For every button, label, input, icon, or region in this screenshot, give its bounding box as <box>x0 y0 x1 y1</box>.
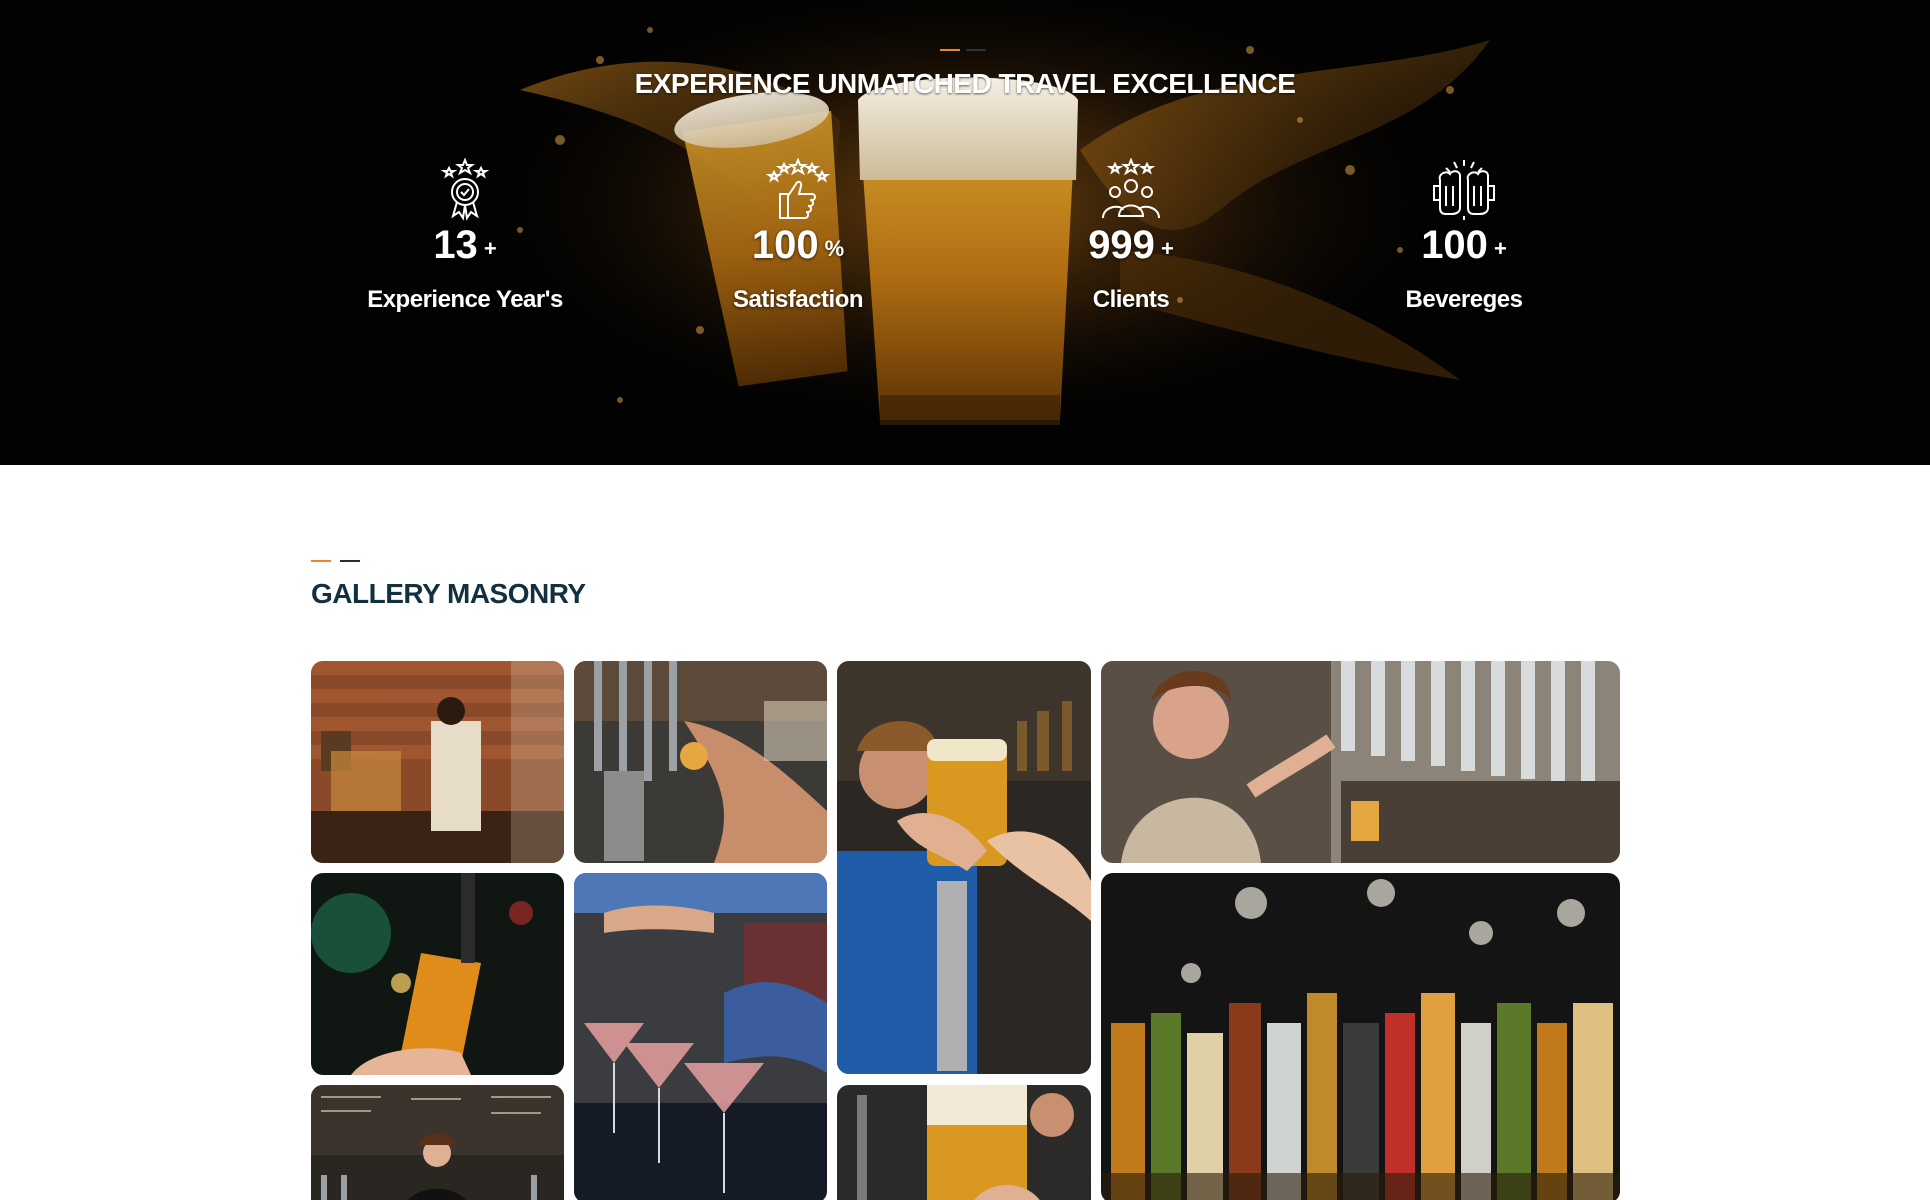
gallery-accent-line-dark <box>340 560 360 562</box>
stat-suffix: % <box>824 236 845 261</box>
gallery-image-beer-glass-tap[interactable] <box>311 873 564 1075</box>
stat-number: 100 <box>1421 223 1488 267</box>
stat-suffix: + <box>1160 236 1174 261</box>
beer-mugs-cheers-icon <box>1433 160 1495 220</box>
stat-clients: 999 + Clients <box>1011 158 1251 314</box>
gallery-image-man-holding-beer[interactable] <box>837 661 1091 1074</box>
stat-label: Satisfaction <box>732 286 864 313</box>
award-medal-icon <box>440 158 490 221</box>
group-stars-icon <box>1102 158 1160 219</box>
thumbs-up-stars-icon <box>766 158 830 219</box>
gallery-image-staff-chalkboard-menu[interactable] <box>311 1085 564 1200</box>
gallery-image-woman-pulling-tap[interactable] <box>1101 661 1620 863</box>
stat-label: Bevereges <box>1405 286 1523 313</box>
gallery-accent-line <box>311 560 331 562</box>
gallery-image-cocktail-pouring[interactable] <box>574 873 827 1200</box>
stat-number: 13 <box>433 223 478 267</box>
gallery-image-bartender-brick-wall[interactable] <box>311 661 564 863</box>
stat-suffix: + <box>483 236 497 261</box>
stat-number: 100 <box>751 223 819 267</box>
stats-section: EXPERIENCE UNMATCHED TRAVEL EXCELLENCE 1… <box>0 0 1930 465</box>
gallery-image-beer-taps-pouring[interactable] <box>574 661 827 863</box>
stat-experience: 13 + Experience Year's <box>345 158 585 314</box>
title-accent-line-dark <box>966 49 986 51</box>
stats-title: EXPERIENCE UNMATCHED TRAVEL EXCELLENCE <box>634 68 1296 99</box>
stat-satisfaction: 100% Satisfaction <box>678 158 918 314</box>
gallery-image-beer-close-up[interactable] <box>837 1085 1091 1200</box>
title-accent-line <box>940 49 960 51</box>
stat-beverages: 100 + Bevereges <box>1344 158 1584 314</box>
gallery-title: GALLERY MASONRY <box>311 578 586 609</box>
stat-label: Clients <box>1092 286 1170 313</box>
stat-number: 999 <box>1088 223 1155 267</box>
stat-suffix: + <box>1493 236 1507 261</box>
stat-label: Experience Year's <box>367 286 563 313</box>
gallery-image-liquor-shelf[interactable] <box>1101 873 1620 1200</box>
